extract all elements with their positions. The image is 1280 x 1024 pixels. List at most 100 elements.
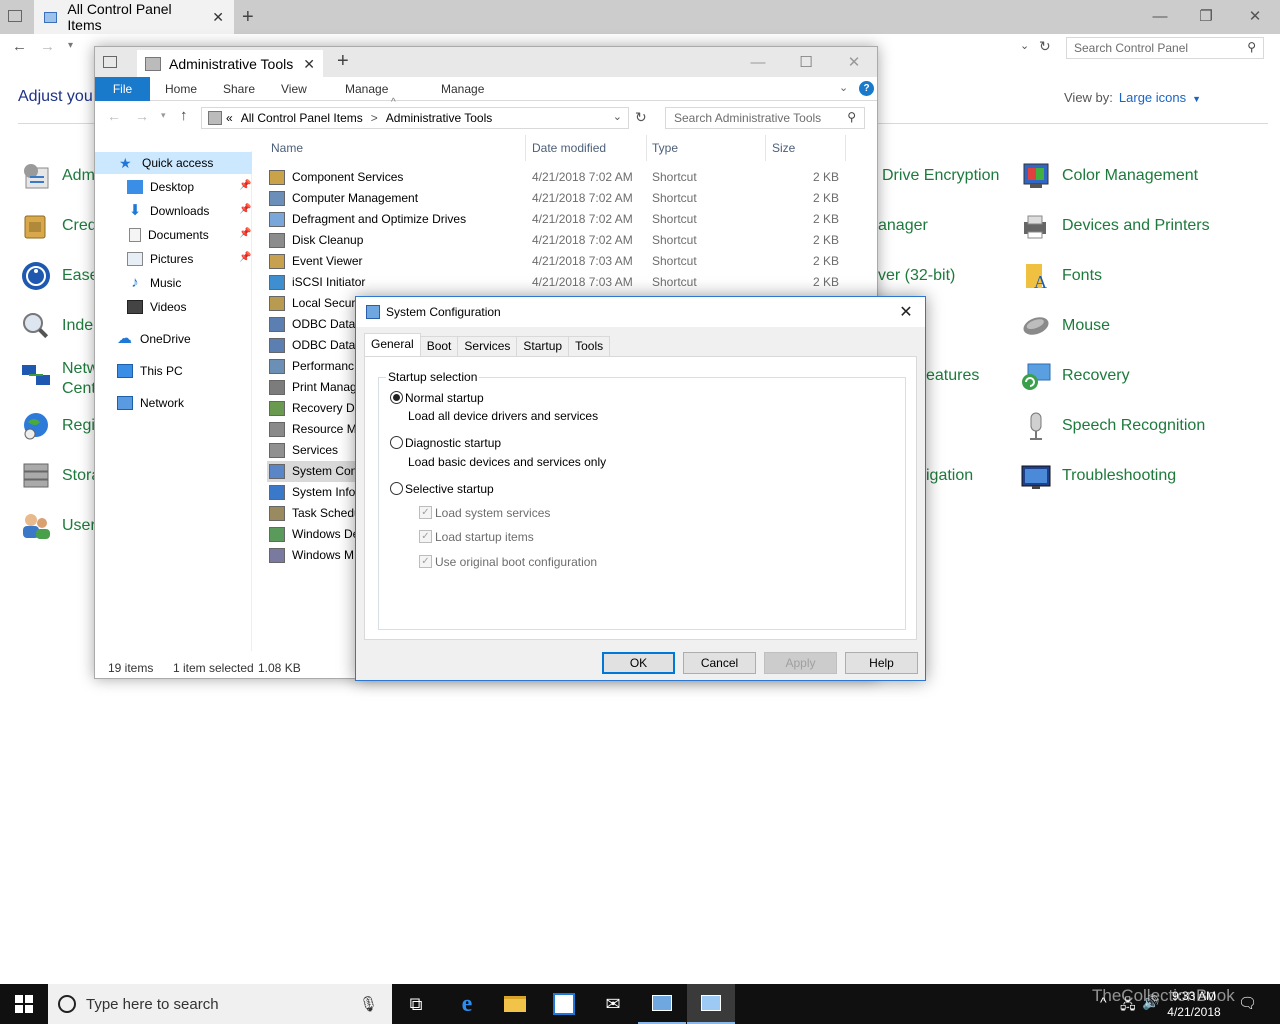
start-button[interactable] — [0, 984, 48, 1024]
column-divider[interactable] — [845, 135, 846, 161]
file-row[interactable]: iSCSI Initiator 4/21/2018 7:03 AM Shortcut… — [267, 272, 857, 293]
nav-item-onedrive[interactable]: ☁ OneDrive — [95, 328, 191, 350]
column-date-modified[interactable]: Date modified — [532, 135, 606, 161]
nav-item-documents[interactable]: Documents — [95, 224, 209, 246]
normal-startup-radio[interactable] — [390, 391, 403, 404]
pin-icon[interactable]: 📌 — [239, 204, 251, 215]
store-icon[interactable] — [540, 984, 588, 1024]
action-center-icon[interactable]: 🗨 — [1238, 994, 1257, 1012]
ribbon-tab-home[interactable]: Home — [165, 77, 197, 101]
nav-item-music[interactable]: ♪ Music — [95, 272, 181, 294]
maximize-icon[interactable]: ☐ — [783, 47, 829, 77]
cp-item-ease-of-access[interactable]: Ease — [20, 259, 98, 293]
minimize-icon[interactable]: — — [735, 47, 781, 77]
apply-button[interactable]: Apply — [764, 652, 837, 674]
nav-item-network[interactable]: Network — [95, 392, 184, 414]
ribbon-tab-file[interactable]: File — [95, 77, 150, 101]
file-row[interactable]: Defragment and Optimize Drives 4/21/2018 … — [267, 209, 857, 230]
load-system-services-checkbox[interactable]: ✓ — [419, 506, 432, 519]
pin-icon[interactable]: 📌 — [239, 180, 251, 191]
restore-icon[interactable]: ❐ — [1183, 0, 1229, 32]
cancel-button[interactable]: Cancel — [683, 652, 756, 674]
file-row[interactable]: Computer Management 4/21/2018 7:02 AM Shor… — [267, 188, 857, 209]
file-explorer-icon[interactable] — [491, 984, 539, 1024]
nav-item-quick-access[interactable]: ★ Quick access — [95, 152, 252, 174]
cp-item-devices-and-printers[interactable]: Devices and Printers — [1020, 209, 1210, 243]
mail-icon[interactable]: ✉ — [589, 984, 637, 1024]
load-startup-items-checkbox[interactable]: ✓ — [419, 530, 432, 543]
cp-item-troubleshooting[interactable]: Troubleshooting — [1020, 459, 1176, 493]
selective-startup-radio[interactable] — [390, 482, 403, 495]
cp-item-region[interactable]: Regi — [20, 409, 95, 443]
ribbon-tab-view[interactable]: View — [281, 77, 307, 101]
nav-item-downloads[interactable]: ⬇ Downloads — [95, 200, 210, 222]
help-icon[interactable]: ? — [859, 81, 874, 96]
ribbon-tab-manage-shortcut[interactable]: Manage — [345, 77, 388, 101]
pin-icon[interactable]: 📌 — [239, 252, 251, 263]
use-original-boot-config-checkbox[interactable]: ✓ — [419, 555, 432, 568]
edge-browser-icon[interactable]: e — [443, 984, 491, 1024]
ok-button[interactable]: OK — [602, 652, 675, 674]
forward-icon[interactable]: → — [40, 38, 55, 55]
nav-item-desktop[interactable]: Desktop — [95, 176, 194, 198]
file-row[interactable]: Event Viewer 4/21/2018 7:03 AM Shortcut 2 K… — [267, 251, 857, 272]
new-tab-icon[interactable]: + — [242, 6, 254, 29]
column-type[interactable]: Type — [652, 135, 678, 161]
forward-icon[interactable]: → — [135, 108, 149, 124]
cp-item-sync-center[interactable]: igation — [926, 459, 973, 493]
ribbon-tab-share[interactable]: Share — [223, 77, 255, 101]
cp-item-programs-features[interactable]: eatures — [926, 359, 979, 393]
microphone-icon[interactable]: 🎙 — [359, 995, 378, 1013]
breadcrumb-item-all-control-panel-items[interactable]: All Control Panel Items — [241, 111, 363, 125]
diagnostic-startup-label[interactable]: Diagnostic startup — [405, 436, 501, 450]
control-panel-search-input[interactable]: Search Control Panel ⚲ — [1066, 37, 1264, 59]
up-icon[interactable]: ↑ — [180, 107, 188, 124]
diagnostic-startup-radio[interactable] — [390, 436, 403, 449]
close-icon[interactable]: ✕ — [888, 297, 924, 327]
cp-item-fonts[interactable]: A Fonts — [1020, 259, 1102, 293]
selective-startup-label[interactable]: Selective startup — [405, 482, 494, 496]
new-tab-icon[interactable]: + — [337, 50, 349, 73]
file-row[interactable]: Component Services 4/21/2018 7:02 AM Short… — [267, 167, 857, 188]
breadcrumb-item-administrative-tools[interactable]: Administrative Tools — [386, 111, 493, 125]
nav-item-pictures[interactable]: Pictures — [95, 248, 193, 270]
nav-item-this-pc[interactable]: This PC — [95, 360, 183, 382]
cp-item-user-accounts[interactable]: User — [20, 509, 96, 543]
help-button[interactable]: Help — [845, 652, 918, 674]
address-dropdown-icon[interactable]: ⌄ — [613, 110, 622, 123]
cp-item-administrative-tools[interactable]: Adm — [20, 159, 95, 193]
column-size[interactable]: Size — [772, 135, 795, 161]
ribbon-expand-icon[interactable]: ⌄ — [839, 81, 848, 94]
cp-item-mouse[interactable]: Mouse — [1020, 309, 1110, 343]
cp-item-recovery[interactable]: Recovery — [1020, 359, 1130, 393]
column-divider[interactable] — [525, 135, 526, 161]
recent-locations-icon[interactable]: ▾ — [161, 110, 166, 121]
breadcrumb-separator[interactable]: > — [371, 111, 378, 125]
tab-boot[interactable]: Boot — [419, 336, 459, 356]
close-tab-icon[interactable]: ✕ — [212, 9, 224, 26]
close-tab-icon[interactable]: ✕ — [303, 56, 315, 73]
column-divider[interactable] — [646, 135, 647, 161]
file-row[interactable]: Disk Cleanup 4/21/2018 7:02 AM Shortcut 2 K… — [267, 230, 857, 251]
tab-startup[interactable]: Startup — [516, 336, 570, 356]
breadcrumb-overflow[interactable]: « — [226, 111, 233, 125]
cp-item-network-and-sharing-center[interactable]: Netw Cent — [20, 359, 98, 399]
refresh-icon[interactable]: ↻ — [635, 109, 647, 126]
cp-item-indexing-options[interactable]: Inde — [20, 309, 93, 343]
column-divider[interactable] — [765, 135, 766, 161]
tab-services[interactable]: Services — [457, 336, 518, 356]
recent-locations-icon[interactable]: ▾ — [68, 40, 73, 51]
view-by-control[interactable]: View by: Large icons ▼ — [1064, 90, 1201, 105]
tab-tools[interactable]: Tools — [568, 336, 611, 356]
close-icon[interactable]: ✕ — [831, 47, 877, 77]
pin-icon[interactable]: 📌 — [239, 228, 251, 239]
cp-item-color-management[interactable]: Color Management — [1020, 159, 1198, 193]
breadcrumb[interactable]: « All Control Panel Items > Administrati… — [201, 107, 629, 129]
cp-item-device-manager[interactable]: anager — [878, 209, 928, 243]
normal-startup-label[interactable]: Normal startup — [405, 391, 484, 405]
nav-item-videos[interactable]: Videos — [95, 296, 186, 318]
cp-item-storage-spaces[interactable]: Stora — [20, 459, 100, 493]
cp-item-speech-recognition[interactable]: Speech Recognition — [1020, 409, 1205, 443]
tab-general[interactable]: General — [364, 333, 421, 356]
address-dropdown-icon[interactable]: ⌄ — [1020, 39, 1029, 52]
